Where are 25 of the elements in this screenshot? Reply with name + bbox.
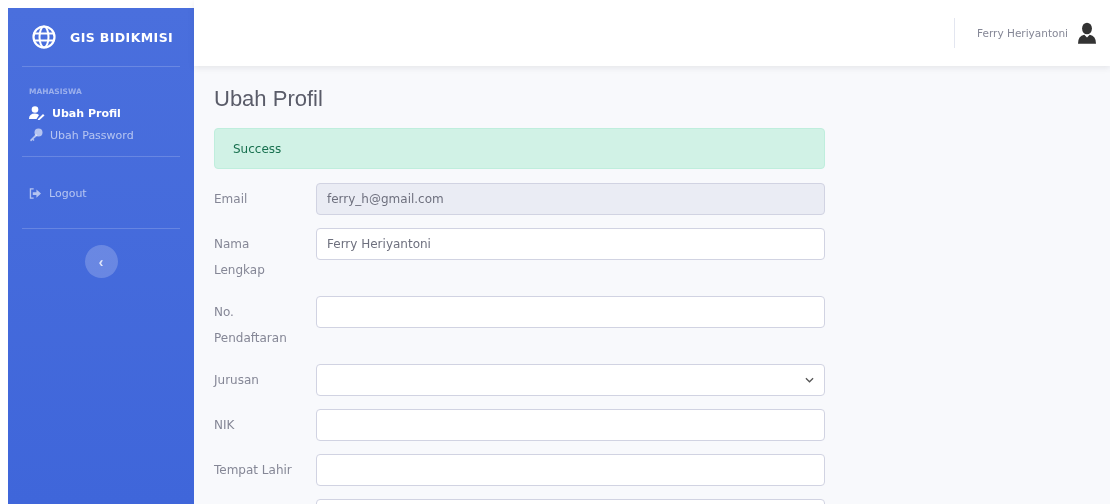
select-field[interactable] xyxy=(316,364,825,396)
user-silhouette-icon[interactable] xyxy=(1078,22,1096,44)
brand-name[interactable]: GIS BIDIKMISI xyxy=(70,29,174,45)
field-label: Nama Lengkap xyxy=(214,237,265,277)
field-label: Tempat Lahir xyxy=(214,463,292,477)
field-label: No. Pendaftaran xyxy=(214,305,287,345)
field-label: Jurusan xyxy=(214,373,259,387)
input-field[interactable] xyxy=(316,296,825,328)
logout-link[interactable]: Logout xyxy=(20,183,182,204)
sidebar-toggle-button[interactable]: ‹ xyxy=(84,245,118,278)
success-alert: Success xyxy=(214,128,825,169)
chevron-down-icon xyxy=(805,377,814,383)
input-field[interactable] xyxy=(316,454,825,486)
logout-icon xyxy=(29,188,42,199)
input-field[interactable] xyxy=(316,409,825,441)
sidebar-item[interactable]: Ubah Profil xyxy=(20,102,182,124)
sidebar-item[interactable]: Ubah Password xyxy=(20,124,182,146)
page-title: Ubah Profil xyxy=(214,86,324,112)
globe-icon xyxy=(32,25,56,49)
input-field[interactable]: Ferry Heriyantoni xyxy=(316,228,825,260)
key-icon xyxy=(29,128,43,142)
user-edit-icon xyxy=(29,106,45,120)
field-label: Email xyxy=(214,192,248,206)
field-label: NIK xyxy=(214,418,235,432)
user-name[interactable]: Ferry Heriyantoni xyxy=(977,27,1068,39)
